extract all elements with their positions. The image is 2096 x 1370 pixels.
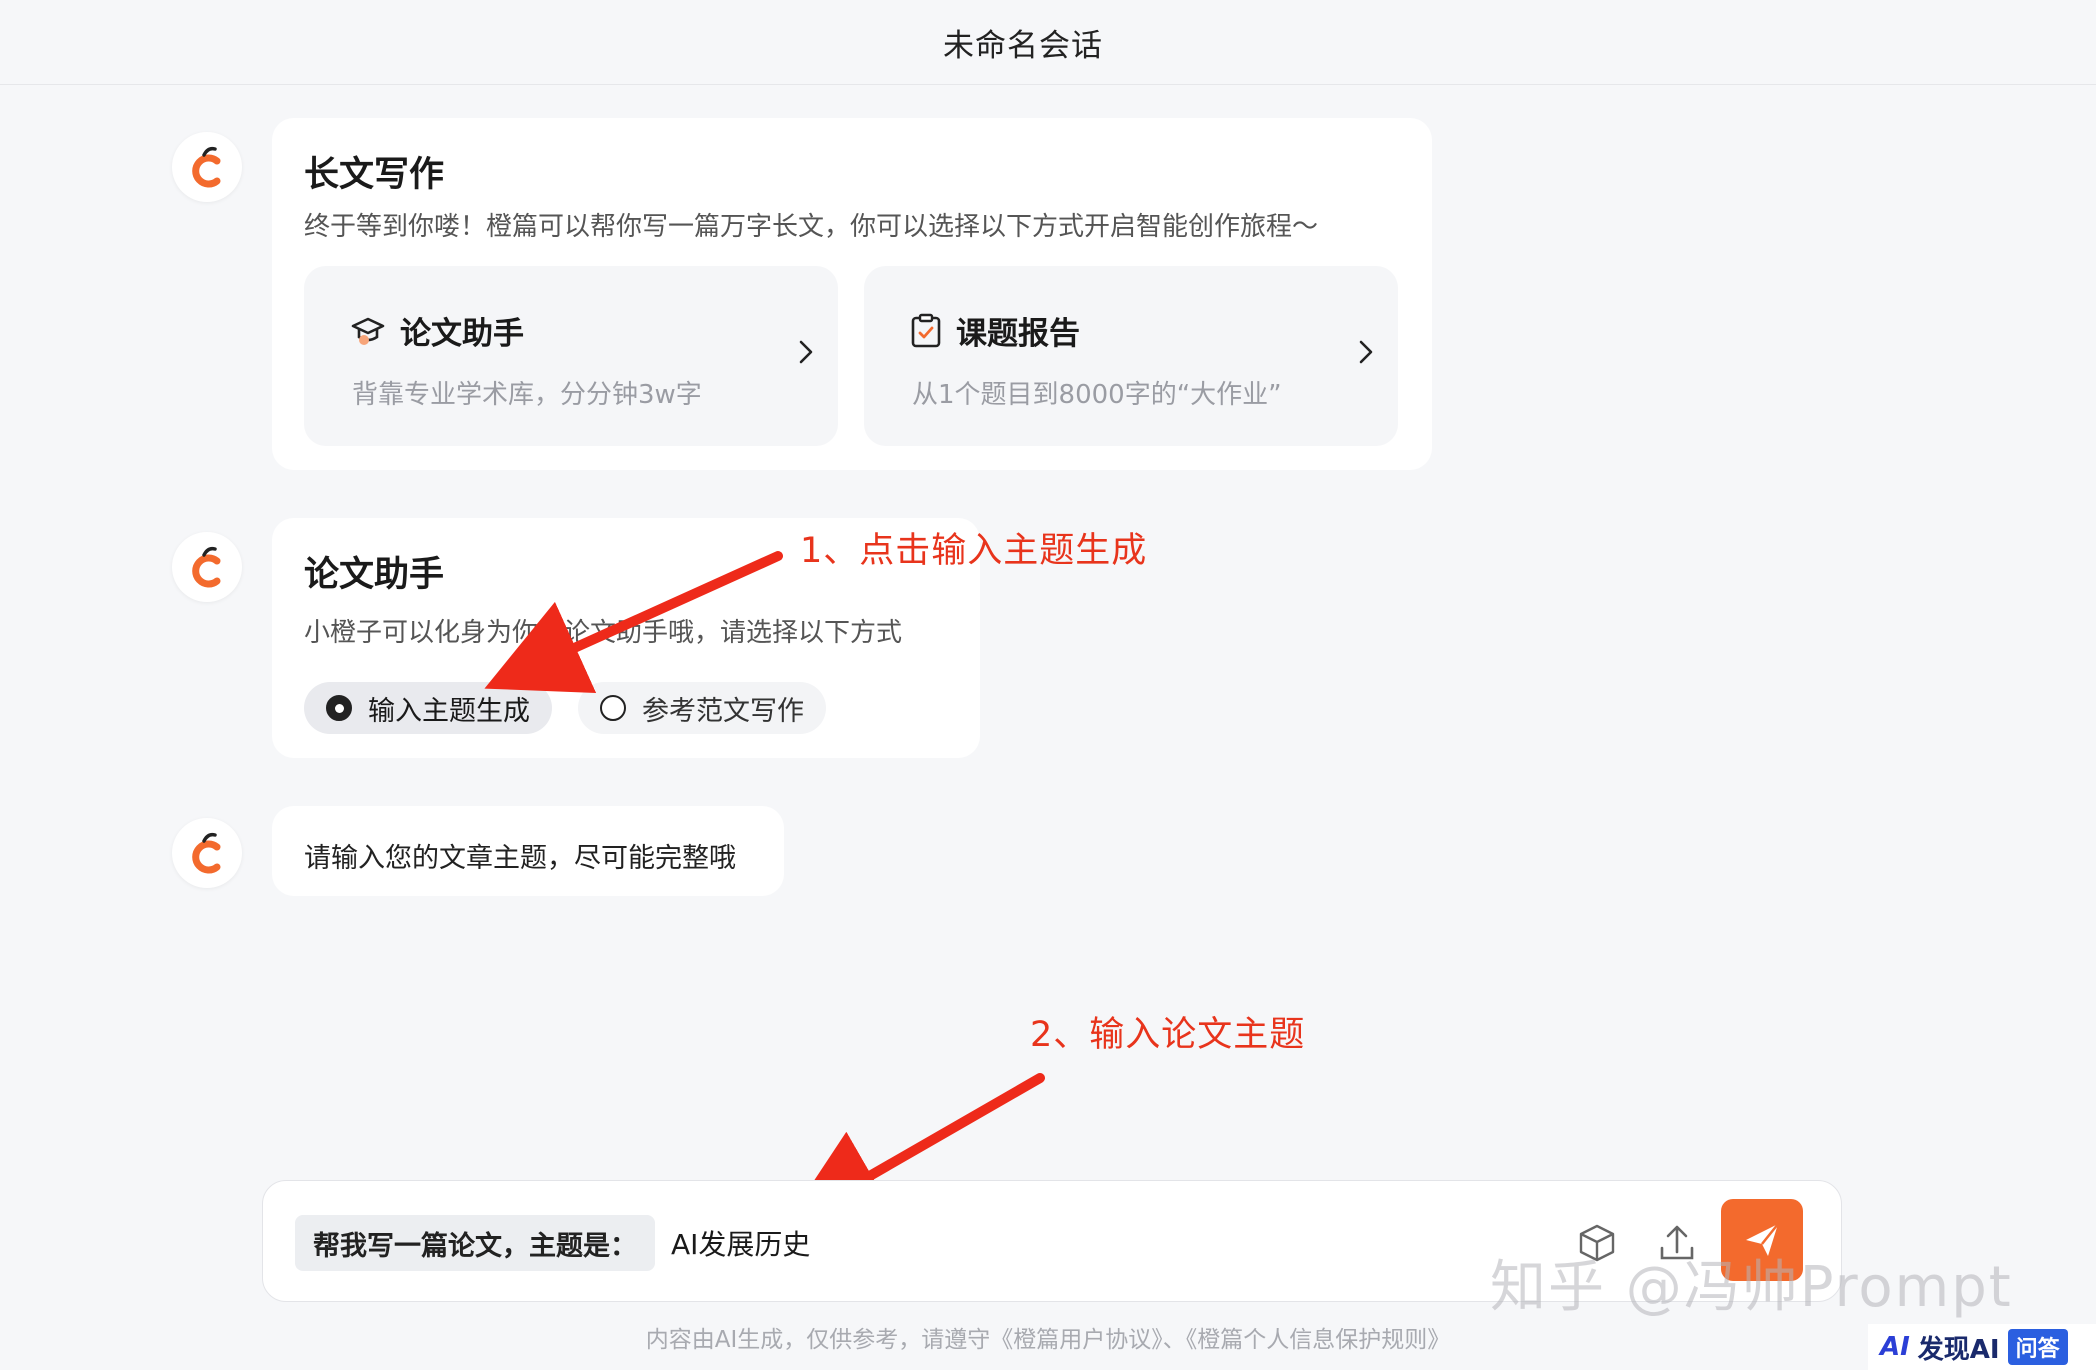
- orange-logo-icon: [192, 146, 221, 188]
- annotation-step-2: 2、输入论文主题: [1030, 1015, 1306, 1055]
- send-button[interactable]: [1721, 1199, 1803, 1281]
- orange-logo-icon: [192, 832, 221, 874]
- card-title: 论文助手: [304, 555, 445, 595]
- card-description: 小橙子可以化身为你的论文助手哦，请选择以下方式: [304, 618, 903, 648]
- top-bar: 未命名会话: [0, 0, 2096, 85]
- long-writing-card: 长文写作 终于等到你喽！橙篇可以帮你写一篇万字长文，你可以选择以下方式开启智能创…: [272, 118, 1432, 470]
- chevron-right-icon: [799, 340, 813, 364]
- assistant-message-bubble: 请输入您的文章主题，尽可能完整哦: [272, 806, 784, 896]
- option-subtitle: 背靠专业学术库，分分钟3w字: [352, 380, 702, 410]
- orange-logo-icon: [192, 546, 221, 588]
- badge-chip: 问答: [2007, 1329, 2068, 1365]
- message-text: 请输入您的文章主题，尽可能完整哦: [304, 843, 736, 874]
- send-icon: [1746, 1223, 1779, 1256]
- upload-icon[interactable]: [1655, 1221, 1699, 1265]
- chevron-right-icon: [1359, 340, 1373, 364]
- conversation-title[interactable]: 未命名会话: [943, 20, 1103, 65]
- badge-logo: AI: [1880, 1332, 1910, 1362]
- choice-reference-essay[interactable]: 参考范文写作: [578, 682, 826, 734]
- option-topic-report[interactable]: 课题报告 从1个题目到8000字的“大作业”: [864, 266, 1398, 446]
- option-thesis-assistant[interactable]: 论文助手 背靠专业学术库，分分钟3w字: [304, 266, 838, 446]
- assistant-avatar: [172, 132, 242, 202]
- cube-icon[interactable]: [1575, 1221, 1619, 1265]
- badge-text: 发现AI: [1917, 1334, 2000, 1365]
- annotation-step-1: 1、点击输入主题生成: [800, 531, 1148, 571]
- composer: 帮我写一篇论文，主题是：: [262, 1180, 1842, 1302]
- option-title: 课题报告: [956, 316, 1080, 352]
- card-title: 长文写作: [304, 155, 445, 195]
- footer-disclaimer[interactable]: 内容由AI生成，仅供参考，请遵守《橙篇用户协议》、《橙篇个人信息保护规则》: [0, 1320, 2096, 1354]
- option-title: 论文助手: [400, 316, 524, 352]
- graduation-cap-icon: [351, 317, 385, 345]
- prompt-prefix-chip[interactable]: 帮我写一篇论文，主题是：: [295, 1215, 655, 1271]
- radio-selected-icon: [326, 695, 352, 721]
- assistant-avatar: [172, 818, 242, 888]
- choice-label: 输入主题生成: [368, 695, 530, 727]
- card-description: 终于等到你喽！橙篇可以帮你写一篇万字长文，你可以选择以下方式开启智能创作旅程～: [304, 212, 1319, 242]
- site-badge[interactable]: AI 发现AI 问答: [1868, 1324, 2096, 1370]
- option-subtitle: 从1个题目到8000字的“大作业”: [912, 380, 1282, 410]
- clipboard-check-icon: [911, 313, 941, 347]
- choice-input-topic[interactable]: 输入主题生成: [304, 682, 552, 734]
- choice-label: 参考范文写作: [642, 695, 804, 727]
- assistant-avatar: [172, 532, 242, 602]
- topic-input[interactable]: [671, 1215, 1571, 1271]
- radio-unselected-icon: [600, 695, 626, 721]
